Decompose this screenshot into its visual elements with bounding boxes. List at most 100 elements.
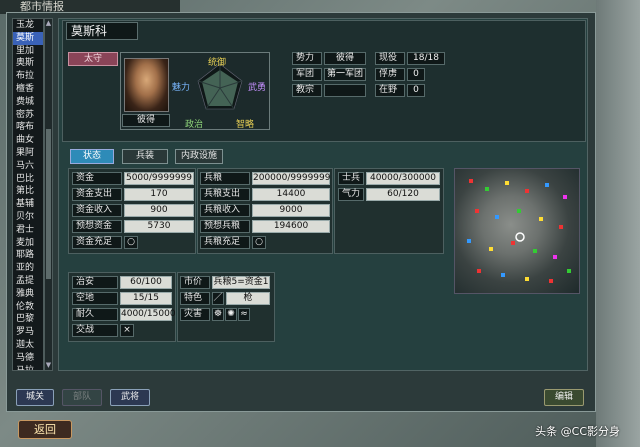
city-list-item[interactable]: 巴黎 [13, 313, 43, 326]
troops-label: 士兵 [338, 172, 364, 185]
edit-button[interactable]: 编辑 [544, 389, 584, 406]
label-market-price: 市价 [180, 276, 210, 289]
minimap-markers [467, 179, 571, 283]
scroll-down-icon[interactable]: ▼ [45, 361, 52, 370]
city-list-item[interactable]: 曲女 [13, 134, 43, 147]
radar-label-wisdom: 智略 [236, 120, 255, 130]
city-stat-label: 耐久 [72, 308, 118, 321]
city-list-item[interactable]: 玉龙 [13, 19, 43, 32]
city-list-item[interactable]: 雅典 [13, 288, 43, 301]
food-label: 兵粮支出 [200, 188, 250, 201]
unit-button[interactable]: 部队 [62, 389, 102, 406]
label-specialty: 特色 [180, 292, 210, 305]
spear-icon: ／ [212, 292, 224, 305]
food-label: 预想兵粮 [200, 220, 250, 233]
city-list[interactable]: 玉龙 莫斯 里加 奥斯 布拉 檀香 费城 密苏 喀布 曲女 果阿 马六 巴比 第比 基辅 贝尔 君士 麦加 耶路 亚的… [12, 18, 44, 371]
city-list-item[interactable]: 费城 [13, 96, 43, 109]
money-value: 5000/9999999 [124, 172, 194, 185]
city-list-item[interactable]: 基辅 [13, 198, 43, 211]
city-list-item[interactable]: 罗马 [13, 326, 43, 339]
city-gate-button[interactable]: 城关 [16, 389, 54, 406]
city-list-item[interactable]: 里加 [13, 45, 43, 58]
value-captive: 0 [407, 68, 425, 81]
world-minimap[interactable] [454, 168, 580, 294]
troops-value: 60/120 [366, 188, 440, 201]
radar-label-politics: 政治 [185, 120, 204, 130]
city-list-item[interactable]: 贝尔 [13, 211, 43, 224]
city-list-item[interactable]: 檀香 [13, 83, 43, 96]
value-active: 18/18 [407, 52, 445, 65]
tab-status[interactable]: 状态 [70, 149, 114, 164]
label-idle: 在野 [375, 84, 405, 97]
watermark: 头条 @CC影分身 [535, 425, 620, 438]
city-stat-value: × [120, 324, 134, 337]
radar-label-defense: 统御 [208, 58, 227, 68]
money-value: 170 [124, 188, 194, 201]
city-list-item[interactable]: 马拉 [13, 365, 43, 370]
food-value: ○ [252, 236, 266, 249]
role-badge: 太守 [68, 52, 118, 66]
troops-label: 气力 [338, 188, 364, 201]
food-value: 194600 [252, 220, 330, 233]
governor-name: 彼得 [122, 114, 170, 127]
city-list-item[interactable]: 孟提 [13, 275, 43, 288]
city-name: 莫斯科 [66, 22, 138, 40]
city-list-item[interactable]: 果阿 [13, 147, 43, 160]
city-list-item[interactable]: 君士 [13, 224, 43, 237]
city-list-item[interactable]: 第比 [13, 185, 43, 198]
city-list-item[interactable]: 迦太 [13, 339, 43, 352]
city-list-item[interactable]: 麦加 [13, 237, 43, 250]
city-list-item[interactable]: 喀布 [13, 121, 43, 134]
money-value: ○ [124, 236, 138, 249]
radar-label-force: 武勇 [248, 83, 267, 93]
city-list-item[interactable]: 伦敦 [13, 301, 43, 314]
scroll-thumb[interactable] [46, 129, 51, 279]
label-disaster: 灾害 [180, 308, 210, 321]
city-stat-label: 空地 [72, 292, 118, 305]
city-list-scrollbar[interactable]: ▲ ▼ [44, 18, 53, 371]
city-list-item[interactable]: 亚的 [13, 262, 43, 275]
label-pope: 教宗 [292, 84, 322, 97]
value-faction: 彼得 [324, 52, 366, 65]
money-label: 资金收入 [72, 204, 122, 217]
value-specialty: 枪 [226, 292, 270, 305]
city-stat-label: 交战 [72, 324, 118, 337]
back-button[interactable]: 返回 [18, 420, 72, 439]
food-value: 14400 [252, 188, 330, 201]
city-stat-value: 60/100 [120, 276, 172, 289]
city-list-item[interactable]: 巴比 [13, 173, 43, 186]
city-list-item[interactable]: 马德 [13, 352, 43, 365]
city-list-item[interactable]: 奥斯 [13, 57, 43, 70]
city-list-item[interactable]: 布拉 [13, 70, 43, 83]
frame-border-right [596, 0, 640, 447]
troops-value: 40000/300000 [366, 172, 440, 185]
city-stat-value: 15/15 [120, 292, 172, 305]
general-button[interactable]: 武将 [110, 389, 150, 406]
food-value: 200000/9999999 [252, 172, 331, 185]
value-market-price: 兵粮5=资金1 [212, 276, 270, 289]
city-stat-value: 4000/15000 [120, 308, 176, 321]
city-list-item[interactable]: 密苏 [13, 109, 43, 122]
city-stat-label: 治安 [72, 276, 118, 289]
city-list-item[interactable]: 莫斯 [13, 31, 43, 45]
label-faction: 势力 [292, 52, 322, 65]
money-label: 资金支出 [72, 188, 122, 201]
flood-icon: ≈ [238, 308, 250, 321]
city-list-item[interactable]: 马六 [13, 160, 43, 173]
money-value: 900 [124, 204, 194, 217]
food-label: 兵粮收入 [200, 204, 250, 217]
governor-portrait[interactable] [124, 58, 169, 112]
scroll-up-icon[interactable]: ▲ [45, 19, 52, 28]
value-corps: 第一军团 [324, 68, 366, 81]
food-value: 9000 [252, 204, 330, 217]
food-label: 兵粮充足 [200, 236, 250, 249]
label-corps: 军团 [292, 68, 322, 81]
food-label: 兵粮 [200, 172, 250, 185]
money-label: 资金 [72, 172, 122, 185]
label-captive: 俘虏 [375, 68, 405, 81]
money-label: 资金充足 [72, 236, 122, 249]
tab-facilities[interactable]: 内政设施 [175, 149, 223, 164]
city-list-item[interactable]: 耶路 [13, 249, 43, 262]
tab-equipment[interactable]: 兵装 [122, 149, 168, 164]
label-active: 现役 [375, 52, 405, 65]
